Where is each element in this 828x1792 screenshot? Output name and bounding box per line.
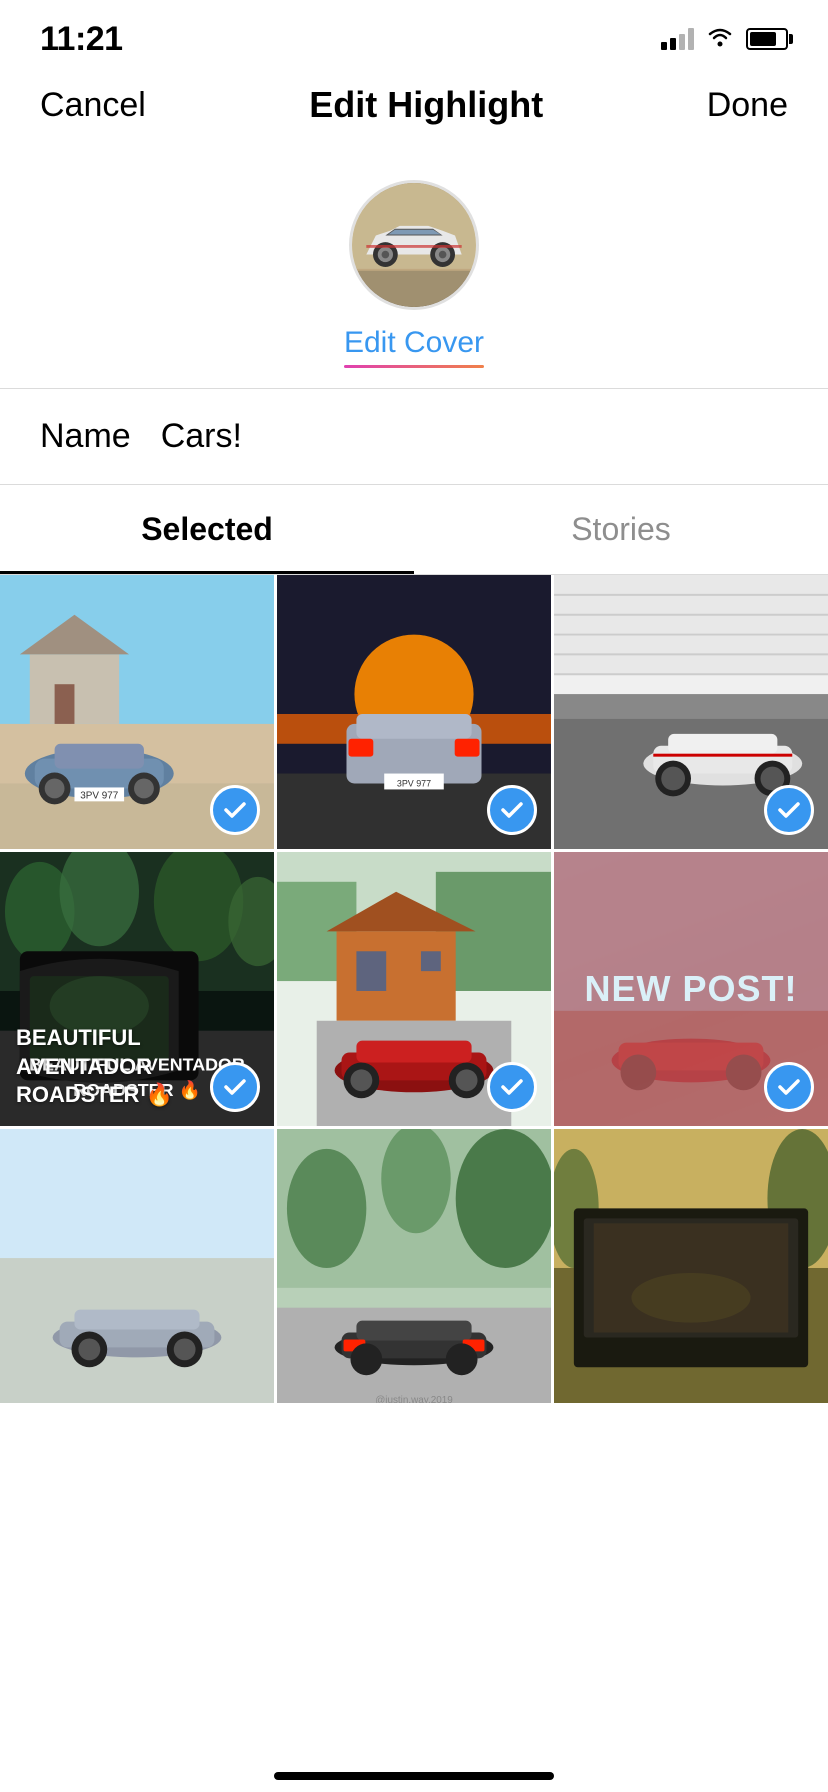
svg-text:@justin.way.2019: @justin.way.2019 — [375, 1395, 453, 1403]
photo-cell-9[interactable] — [554, 1129, 828, 1403]
svg-text:3PV 977: 3PV 977 — [80, 790, 118, 801]
check-badge-3 — [764, 785, 814, 835]
photo-cell-8[interactable]: @justin.way.2019 — [277, 1129, 551, 1403]
signal-icon — [661, 28, 694, 50]
nav-bar: Cancel Edit Highlight Done — [0, 70, 828, 150]
cover-image[interactable] — [349, 180, 479, 310]
check-badge-5 — [487, 1062, 537, 1112]
cover-section: Edit Cover — [0, 150, 828, 388]
photo-cell-7[interactable] — [0, 1129, 274, 1403]
photo-cell-3[interactable] — [554, 575, 828, 849]
photo-cell-5[interactable] — [277, 852, 551, 1126]
check-badge-2 — [487, 785, 537, 835]
status-bar: 11:21 — [0, 0, 828, 70]
wifi-icon — [706, 25, 734, 53]
tab-selected[interactable]: Selected — [0, 485, 414, 574]
check-badge-6 — [764, 1062, 814, 1112]
page-title: Edit Highlight — [309, 84, 543, 126]
name-row: Name Cars! — [0, 389, 828, 485]
status-icons — [661, 25, 788, 53]
done-button[interactable]: Done — [707, 86, 788, 125]
check-badge-4 — [210, 1062, 260, 1112]
battery-icon — [746, 28, 788, 50]
tab-bar: Selected Stories — [0, 485, 828, 575]
photo-grid: 3PV 977 3 — [0, 575, 828, 1403]
tab-stories[interactable]: Stories — [414, 485, 828, 574]
photo-cell-1[interactable]: 3PV 977 — [0, 575, 274, 849]
check-badge-1 — [210, 785, 260, 835]
photo-cell-4[interactable]: BEAUTIFUL AVENTADOR ROADSTER 🔥 BEAUTIFUL… — [0, 852, 274, 1126]
name-value[interactable]: Cars! — [161, 417, 788, 456]
svg-text:3PV 977: 3PV 977 — [397, 778, 431, 788]
home-indicator — [274, 1772, 554, 1780]
name-label: Name — [40, 417, 131, 456]
status-time: 11:21 — [40, 20, 123, 59]
photo-cell-2[interactable]: 3PV 977 — [277, 575, 551, 849]
photo-cell-6[interactable]: NEW POST! — [554, 852, 828, 1126]
cancel-button[interactable]: Cancel — [40, 86, 146, 125]
edit-cover-button[interactable]: Edit Cover — [344, 326, 484, 368]
